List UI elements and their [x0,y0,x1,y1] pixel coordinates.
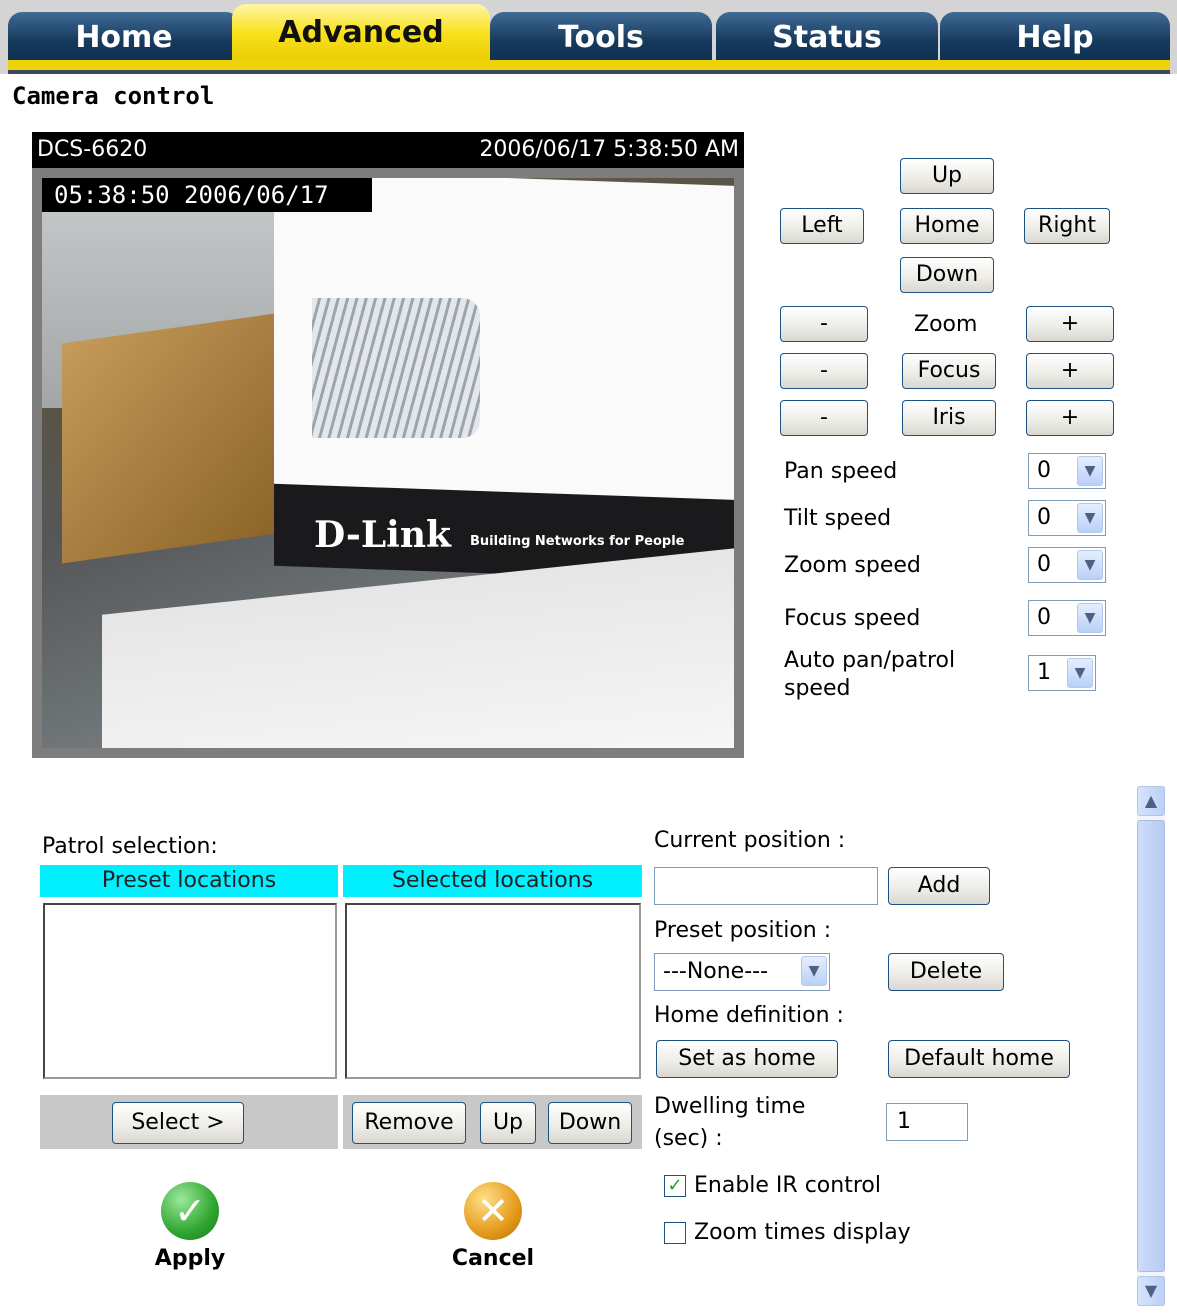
dwelling-time-label: Dwelling time [654,1094,806,1119]
camera-live-image[interactable]: D-Link Building Networks for People 05:3… [42,178,734,748]
focus-speed-value: 0 [1037,605,1051,630]
home-definition-label: Home definition : [654,1003,844,1028]
move-down-button[interactable]: Down [548,1102,632,1144]
scene-floor [102,541,734,748]
checkmark-icon: ✓ [161,1182,219,1240]
auto-patrol-speed-label-2: speed [784,676,851,701]
tilt-speed-label: Tilt speed [784,506,892,531]
tab-advanced[interactable]: Advanced [232,4,490,66]
cancel-button[interactable]: ✕ Cancel [446,1182,540,1271]
scene-picture [312,298,480,438]
selected-locations-list[interactable] [345,903,641,1079]
apply-label: Apply [154,1246,226,1271]
zoom-speed-select[interactable]: 0 ▼ [1028,547,1106,583]
patrol-selection-label: Patrol selection: [42,834,218,859]
zoom-times-checkbox[interactable] [664,1222,686,1244]
focus-speed-label: Focus speed [784,606,921,631]
enable-ir-checkbox[interactable]: ✓ [664,1175,686,1197]
tilt-up-button[interactable]: Up [900,158,994,194]
camera-frame: D-Link Building Networks for People 05:3… [32,168,744,758]
zoom-speed-label: Zoom speed [784,553,921,578]
select-location-button[interactable]: Select > [112,1102,244,1144]
chevron-down-icon: ▼ [1067,658,1093,688]
camera-osd-time: 05:38:50 2006/06/17 [42,178,372,212]
preset-locations-list[interactable] [43,903,337,1079]
pan-speed-label: Pan speed [784,459,898,484]
scene-logo-tagline: Building Networks for People [470,534,685,549]
current-position-input[interactable] [654,867,878,905]
focus-near-button[interactable]: - [780,353,868,389]
scrollbar-thumb[interactable] [1137,820,1165,1272]
enable-ir-label: Enable IR control [694,1173,881,1198]
remove-location-button[interactable]: Remove [352,1102,466,1144]
dwelling-time-unit-label: (sec) : [654,1126,723,1151]
chevron-down-icon: ▼ [1077,603,1103,633]
camera-timestamp: 2006/06/17 5:38:50 AM [479,137,739,162]
selected-locations-header: Selected locations [343,865,642,897]
scene-logo-text: D-Link [314,514,451,556]
pan-speed-select[interactable]: 0 ▼ [1028,453,1106,489]
auto-iris-button[interactable]: Iris [902,400,996,436]
vertical-scrollbar[interactable]: ▲ ▼ [1137,786,1165,1306]
tab-tools[interactable]: Tools [490,12,712,66]
tab-bar: Home Advanced Tools Status Help [0,0,1177,74]
focus-speed-select[interactable]: 0 ▼ [1028,600,1106,636]
camera-header-bar: DCS-6620 2006/06/17 5:38:50 AM [32,132,744,168]
chevron-down-icon: ▼ [1077,503,1103,533]
auto-patrol-speed-value: 1 [1037,660,1051,685]
tab-status[interactable]: Status [716,12,938,66]
preset-position-select[interactable]: ---None--- ▼ [654,953,830,991]
tilt-speed-value: 0 [1037,505,1051,530]
zoom-label: Zoom [914,312,978,337]
tab-underline-shadow [8,70,1170,74]
dwelling-time-input[interactable]: 1 [886,1103,968,1141]
iris-close-button[interactable]: - [780,400,868,436]
x-icon: ✕ [464,1182,522,1240]
zoom-out-button[interactable]: - [780,306,868,342]
camera-name: DCS-6620 [37,137,148,162]
tab-help[interactable]: Help [940,12,1170,66]
cancel-label: Cancel [451,1246,535,1271]
zoom-in-button[interactable]: + [1026,306,1114,342]
focus-far-button[interactable]: + [1026,353,1114,389]
preset-locations-header: Preset locations [40,865,338,897]
apply-button[interactable]: ✓ Apply [150,1182,230,1271]
preset-position-value: ---None--- [663,959,769,984]
delete-preset-button[interactable]: Delete [888,953,1004,991]
preset-position-label: Preset position : [654,918,832,943]
zoom-speed-value: 0 [1037,552,1051,577]
chevron-down-icon[interactable]: ▼ [1137,1276,1165,1306]
set-as-home-button[interactable]: Set as home [656,1040,838,1078]
chevron-down-icon: ▼ [1077,456,1103,486]
zoom-times-label: Zoom times display [694,1220,911,1245]
chevron-down-icon: ▼ [1077,550,1103,580]
tab-home[interactable]: Home [8,12,240,66]
chevron-up-icon[interactable]: ▲ [1137,786,1165,816]
scene-desk [62,312,282,564]
auto-patrol-speed-label: Auto pan/patrol [784,648,956,673]
pan-right-button[interactable]: Right [1024,208,1110,244]
camera-view: DCS-6620 2006/06/17 5:38:50 AM D-Link Bu… [32,132,744,758]
add-position-button[interactable]: Add [888,867,990,905]
pan-left-button[interactable]: Left [780,208,864,244]
tilt-down-button[interactable]: Down [900,257,994,293]
chevron-down-icon: ▼ [801,956,827,986]
ptz-home-button[interactable]: Home [900,208,994,244]
pan-speed-value: 0 [1037,458,1051,483]
move-up-button[interactable]: Up [480,1102,536,1144]
auto-patrol-speed-select[interactable]: 1 ▼ [1028,655,1096,691]
default-home-button[interactable]: Default home [888,1040,1070,1078]
iris-open-button[interactable]: + [1026,400,1114,436]
page-title: Camera control [12,82,215,110]
auto-focus-button[interactable]: Focus [902,353,996,389]
tilt-speed-select[interactable]: 0 ▼ [1028,500,1106,536]
current-position-label: Current position : [654,828,846,853]
